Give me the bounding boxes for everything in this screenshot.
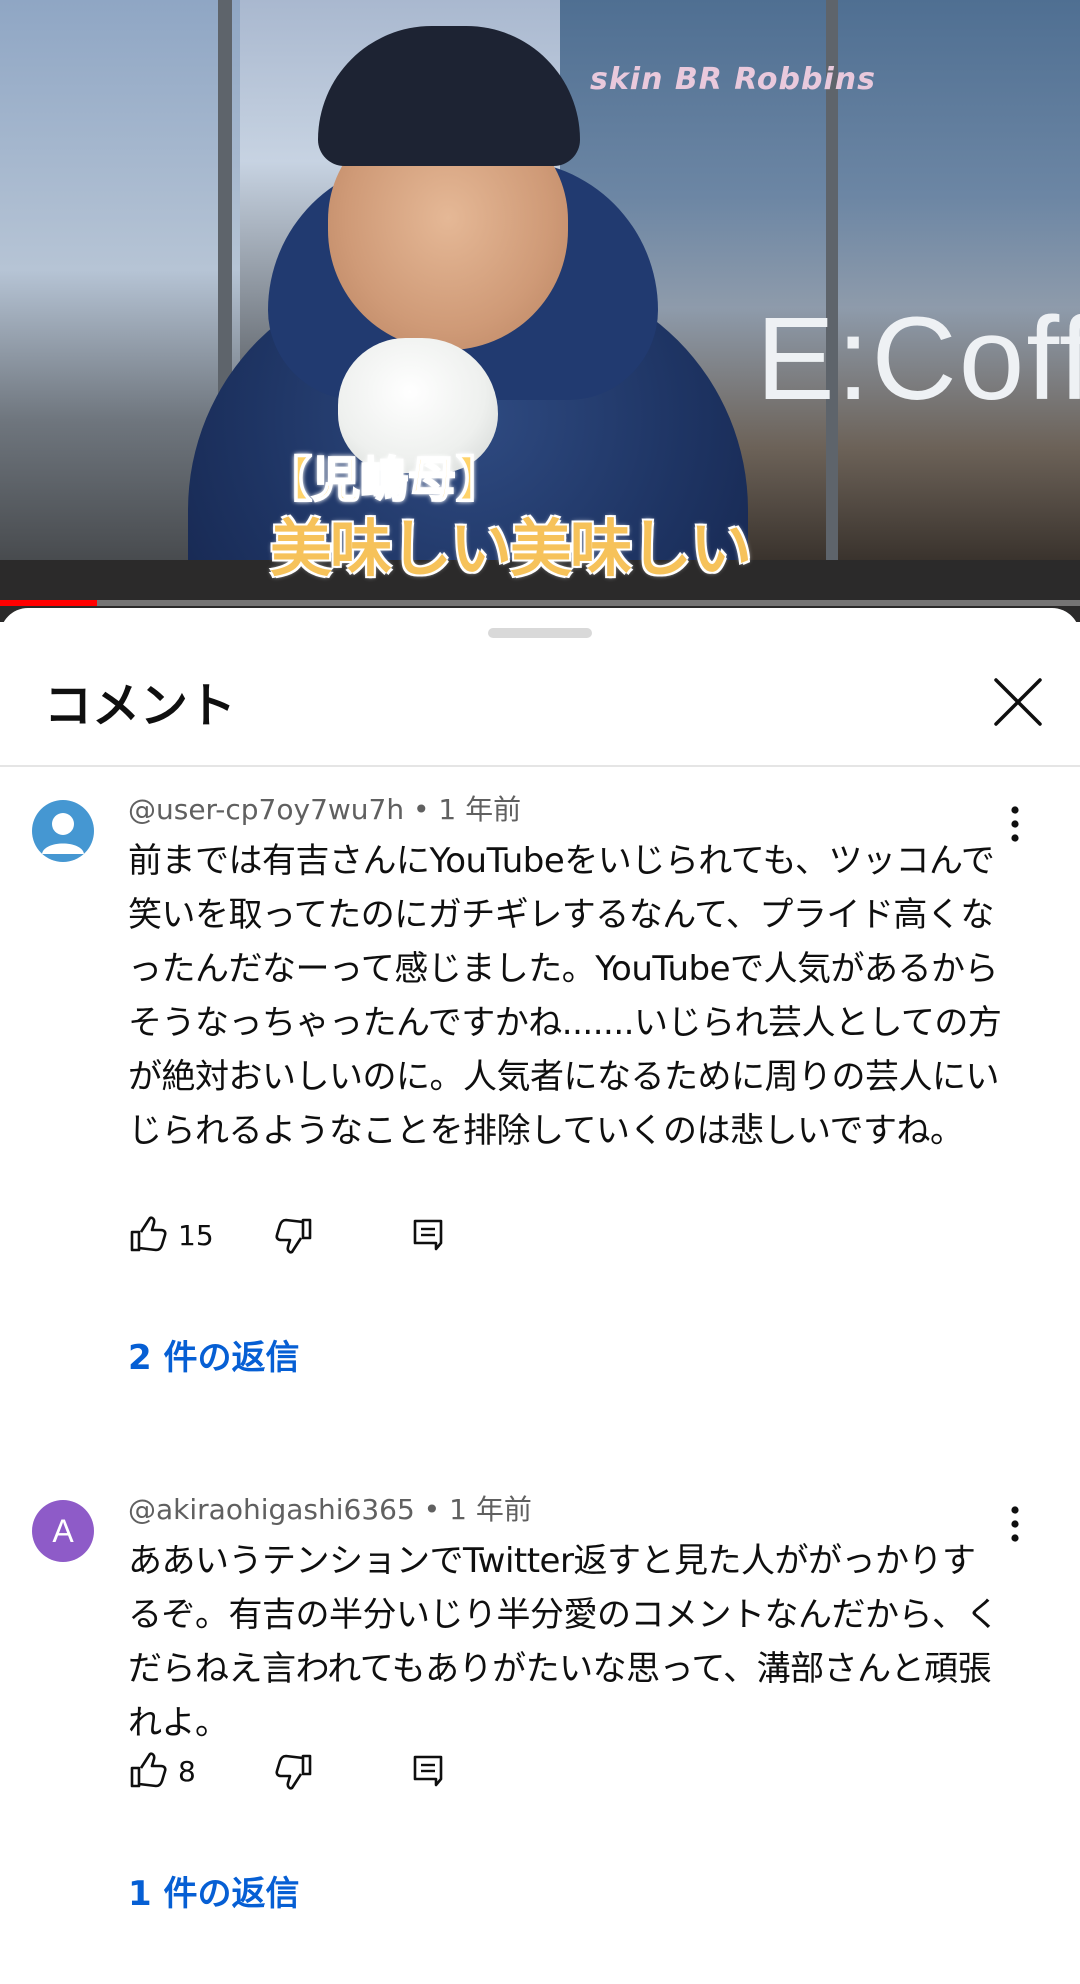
coffee-sign: E:Coff bbox=[756, 293, 1080, 425]
comment-time: 1 年前 bbox=[438, 793, 522, 826]
dislike-button[interactable] bbox=[274, 1210, 314, 1260]
comment-actions: 8 bbox=[128, 1746, 528, 1796]
comments-sheet: コメント @user-cp7oy7wu7h • 1 年前 前までは有吉さんにYo… bbox=[0, 608, 1080, 1984]
like-button[interactable]: 8 bbox=[128, 1746, 196, 1796]
reply-button[interactable] bbox=[410, 1746, 446, 1796]
thumbs-down-icon bbox=[275, 1754, 312, 1790]
close-icon[interactable] bbox=[990, 674, 1046, 730]
like-count: 8 bbox=[178, 1754, 196, 1788]
video-progress-fill bbox=[0, 600, 98, 606]
default-avatar-icon[interactable] bbox=[32, 800, 94, 862]
comment-time: 1 年前 bbox=[449, 1493, 532, 1526]
like-count: 15 bbox=[178, 1218, 214, 1252]
sheet-title: コメント bbox=[44, 678, 237, 734]
thumbs-down-icon bbox=[275, 1218, 312, 1254]
like-button[interactable]: 15 bbox=[128, 1210, 214, 1260]
comment-text: ああいうテンションでTwitter返すと見た人ががっかりするぞ。有吉の半分いじり… bbox=[128, 1541, 1000, 1743]
video-progress-bar[interactable] bbox=[0, 600, 1080, 606]
avatar-letter: A bbox=[52, 1513, 74, 1549]
comment-author[interactable]: @user-cp7oy7wu7h bbox=[128, 793, 404, 826]
drag-handle[interactable] bbox=[488, 628, 592, 638]
thumbs-up-icon bbox=[130, 1216, 167, 1252]
user-avatar[interactable]: A bbox=[32, 1500, 94, 1562]
view-replies-link[interactable]: 2 件の返信 bbox=[128, 1330, 300, 1379]
comment-meta: @user-cp7oy7wu7h • 1 年前 bbox=[128, 793, 522, 826]
view-replies-link[interactable]: 1 件の返信 bbox=[128, 1866, 300, 1915]
video-player[interactable]: skin BR Robbins E:Coff 【児嶋母】 美味しい美味しい bbox=[0, 0, 1080, 622]
thumbs-up-icon bbox=[130, 1752, 167, 1788]
comment-reply-icon bbox=[413, 1755, 443, 1787]
comment-reply-icon bbox=[413, 1219, 443, 1251]
comment-actions: 15 bbox=[128, 1210, 528, 1260]
reply-button[interactable] bbox=[410, 1210, 446, 1260]
divider bbox=[0, 765, 1080, 767]
comment-author[interactable]: @akiraohigashi6365 bbox=[128, 1493, 415, 1526]
comment-meta: @akiraohigashi6365 • 1 年前 bbox=[128, 1493, 532, 1526]
caption-text: 美味しい美味しい bbox=[270, 512, 752, 585]
comment-text: 前までは有吉さんにYouTubeをいじられても、ツッコんで笑いを取ってたのにガチ… bbox=[128, 841, 1002, 1151]
dislike-button[interactable] bbox=[274, 1746, 314, 1796]
